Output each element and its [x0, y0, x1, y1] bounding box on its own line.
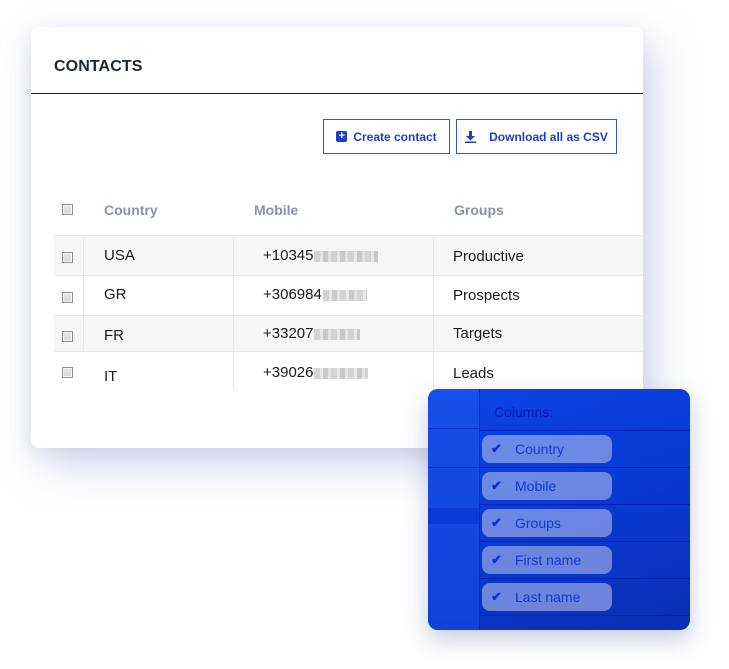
row-checkbox[interactable] — [62, 292, 73, 303]
columns-panel: Columns: ✔ Country ✔ Mobile ✔ Groups ✔ F… — [428, 389, 690, 630]
create-contact-button[interactable]: + Create contact — [323, 119, 450, 154]
plus-square-icon: + — [336, 131, 348, 142]
cell-group: Prospects — [453, 287, 520, 304]
table-header: Country Mobile Groups — [54, 187, 643, 235]
panel-side-strip — [428, 389, 480, 630]
columns-panel-title: Columns: — [494, 404, 554, 420]
cell-mobile: +33207 — [263, 325, 361, 342]
redacted-digits — [314, 367, 369, 379]
row-checkbox[interactable] — [62, 331, 73, 342]
redacted-digits — [322, 289, 367, 301]
redacted-digits — [314, 250, 379, 262]
table-row[interactable]: USA +10345 Productive — [54, 235, 643, 275]
create-contact-label: Create contact — [353, 129, 437, 144]
check-icon: ✔ — [491, 552, 502, 567]
column-header-country[interactable]: Country — [104, 202, 158, 218]
column-toggle-mobile[interactable]: ✔ Mobile — [482, 472, 612, 500]
redacted-digits — [314, 328, 361, 340]
header-divider — [31, 93, 643, 94]
column-toggle-last-name[interactable]: ✔ Last name — [482, 583, 612, 611]
table-row[interactable]: GR +306984 Prospects — [54, 275, 643, 315]
contacts-card: CONTACTS + Create contact Download all a… — [31, 27, 643, 448]
column-header-groups[interactable]: Groups — [454, 202, 504, 218]
cell-mobile: +39026 — [263, 364, 369, 381]
cell-mobile: +10345 — [263, 247, 379, 264]
column-toggle-first-name[interactable]: ✔ First name — [482, 546, 612, 574]
cell-country: USA — [104, 247, 135, 264]
column-toggle-country[interactable]: ✔ Country — [482, 435, 612, 463]
cell-country: IT — [104, 368, 118, 385]
select-all-checkbox[interactable] — [62, 204, 73, 215]
page-title: CONTACTS — [54, 58, 143, 75]
cell-group: Targets — [453, 325, 503, 342]
check-icon: ✔ — [491, 478, 502, 493]
check-icon: ✔ — [491, 441, 502, 456]
cell-group: Leads — [453, 365, 494, 382]
row-checkbox[interactable] — [62, 252, 73, 263]
cell-country: FR — [104, 327, 124, 344]
column-header-mobile[interactable]: Mobile — [254, 202, 298, 218]
row-checkbox[interactable] — [62, 367, 73, 378]
check-icon: ✔ — [491, 589, 502, 604]
check-icon: ✔ — [491, 515, 502, 530]
cell-country: GR — [104, 286, 127, 303]
download-csv-button[interactable]: Download all as CSV — [456, 119, 617, 154]
contacts-table: Country Mobile Groups USA +10345 Product… — [54, 187, 643, 389]
table-row[interactable]: IT +39026 Leads — [54, 351, 643, 389]
download-csv-label: Download all as CSV — [489, 129, 608, 144]
download-icon — [465, 130, 477, 143]
table-row[interactable]: FR +33207 Targets — [54, 315, 643, 351]
cell-mobile: +306984 — [263, 286, 367, 303]
cell-group: Productive — [453, 248, 524, 265]
column-toggle-groups[interactable]: ✔ Groups — [482, 509, 612, 537]
